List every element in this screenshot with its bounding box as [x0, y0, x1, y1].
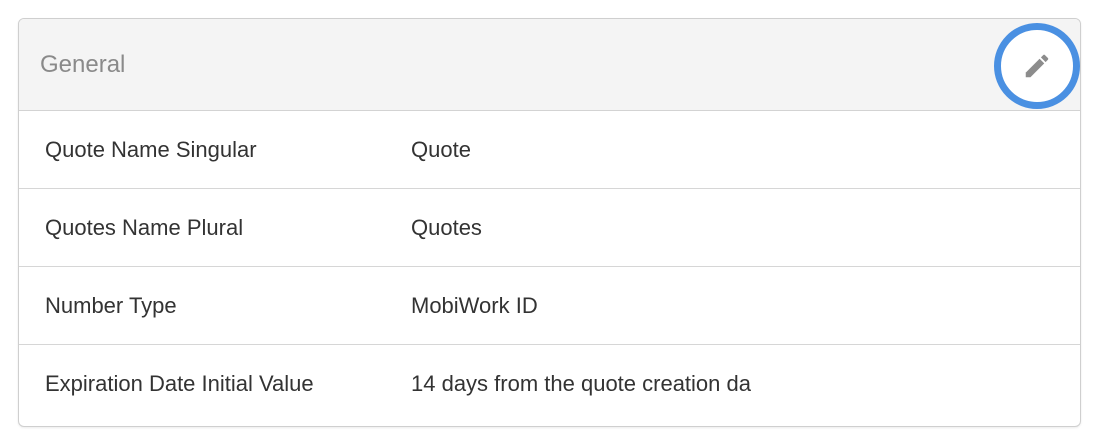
general-settings-panel: General Quote Name Singular Quote Quotes…: [18, 18, 1081, 427]
panel-header: General: [19, 19, 1080, 111]
setting-row-expiration-date-initial-value: Expiration Date Initial Value 14 days fr…: [19, 345, 1080, 423]
panel-title: General: [40, 51, 126, 78]
setting-value: 14 days from the quote creation da: [411, 371, 751, 396]
setting-row-quotes-name-plural: Quotes Name Plural Quotes: [19, 189, 1080, 267]
setting-label: Expiration Date Initial Value: [45, 371, 314, 396]
setting-row-quote-name-singular: Quote Name Singular Quote: [19, 111, 1080, 189]
setting-label: Quotes Name Plural: [45, 215, 244, 240]
edit-button[interactable]: [994, 23, 1080, 109]
setting-value: MobiWork ID: [411, 293, 538, 318]
setting-label: Number Type: [45, 293, 177, 318]
setting-row-number-type: Number Type MobiWork ID: [19, 267, 1080, 345]
pencil-icon: [1025, 54, 1049, 78]
setting-label: Quote Name Singular: [45, 137, 257, 162]
setting-value: Quotes: [411, 215, 482, 240]
setting-value: Quote: [411, 137, 471, 162]
